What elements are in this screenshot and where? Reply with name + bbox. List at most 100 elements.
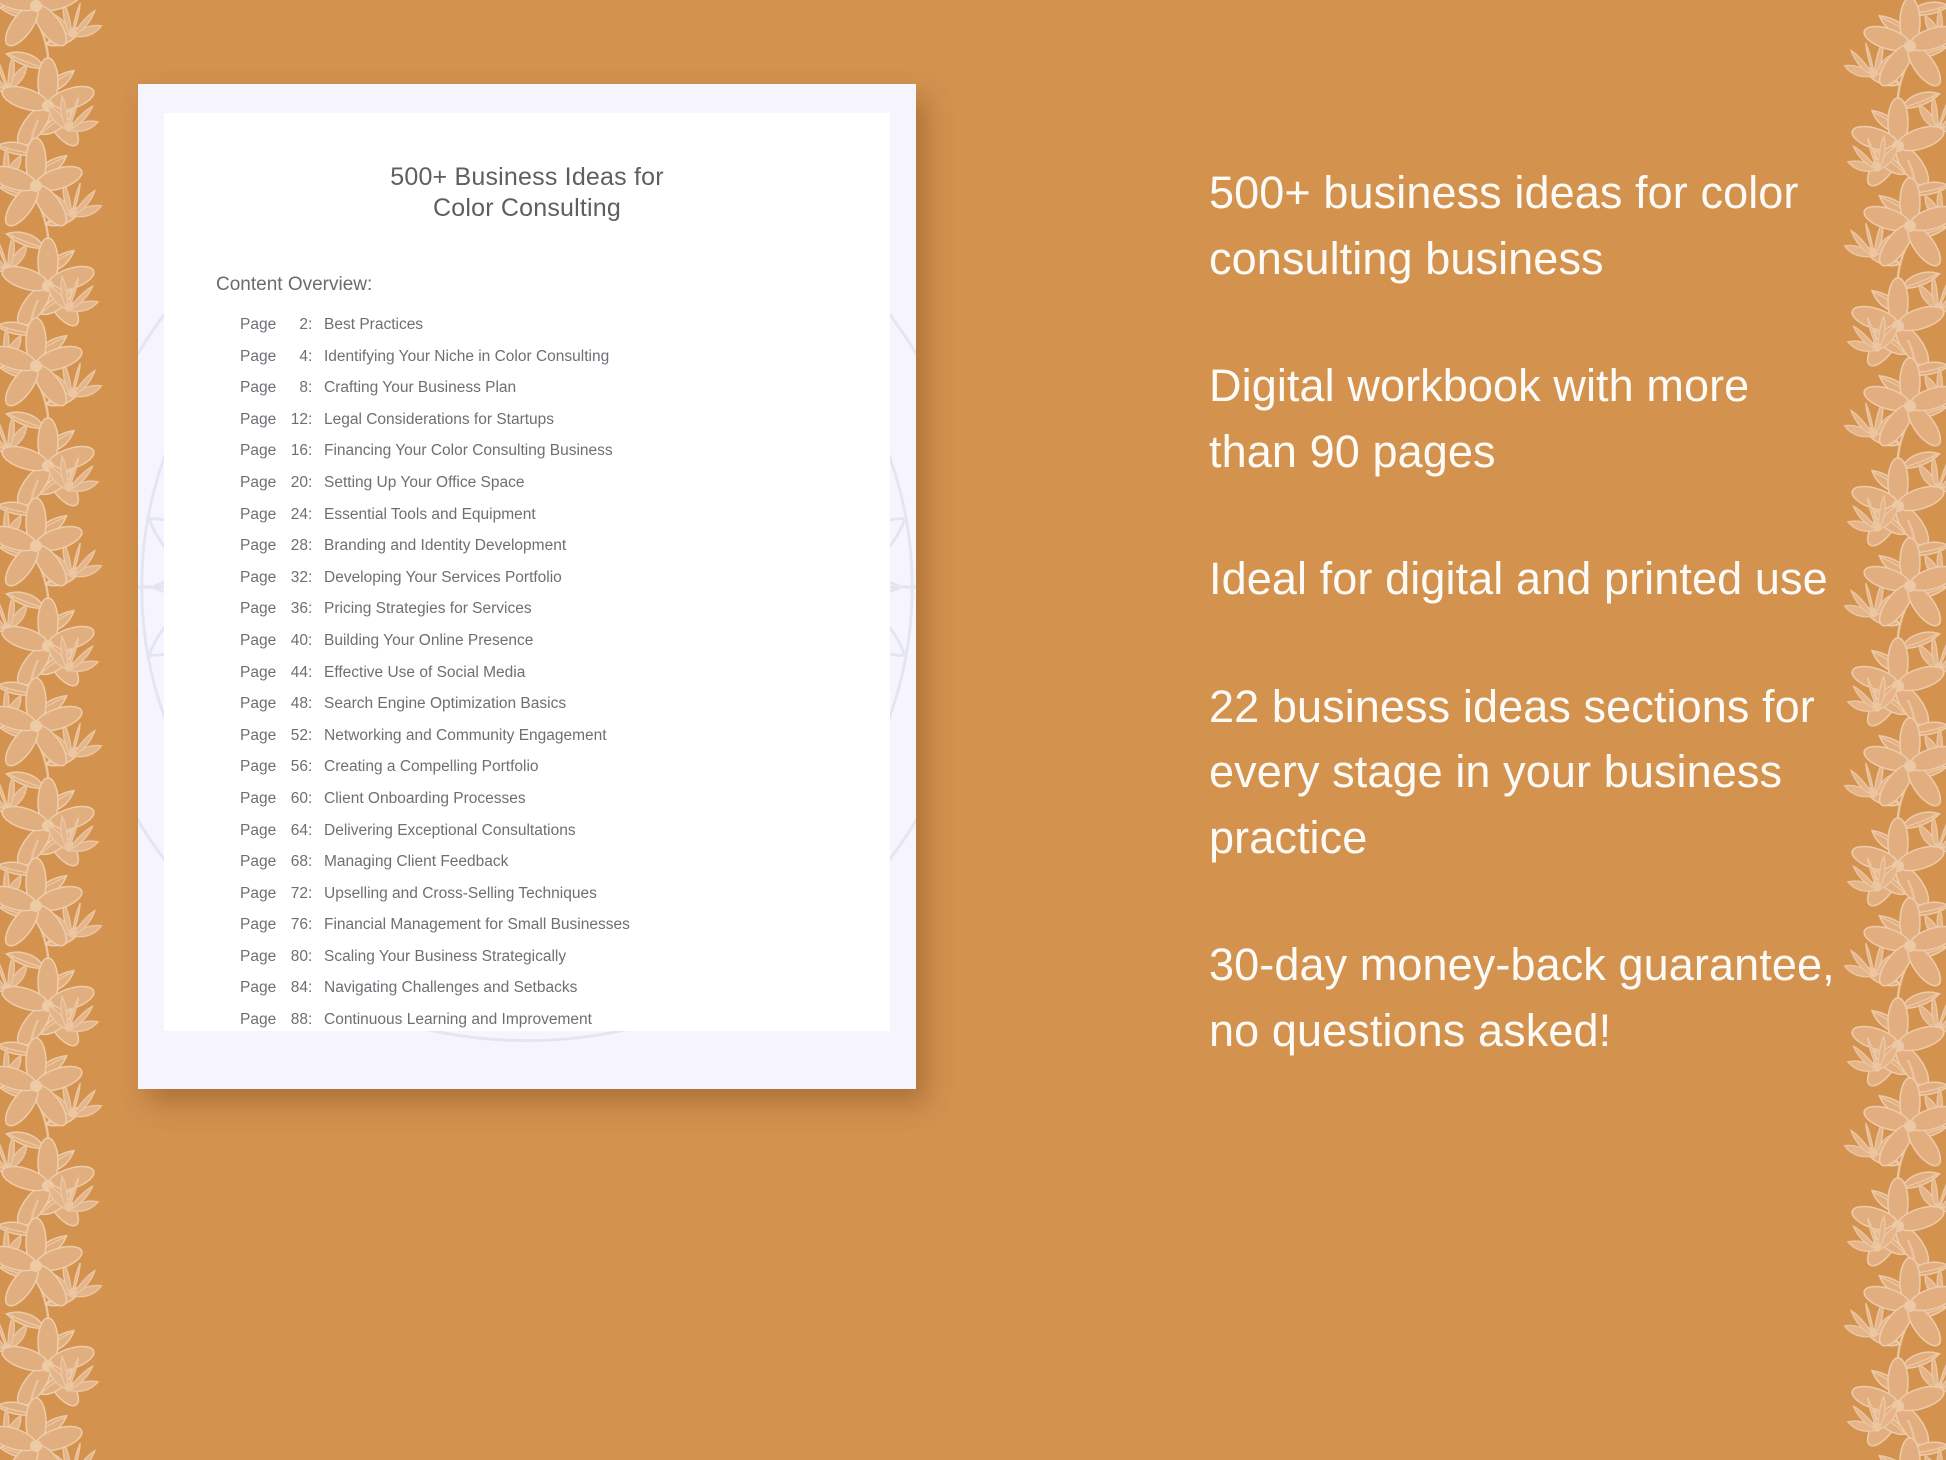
toc-entry[interactable]: Page 80: Scaling Your Business Strategical… — [164, 948, 890, 980]
toc-entry-title: Managing Client Feedback — [324, 853, 509, 871]
toc-entry[interactable]: Page 56: Creating a Compelling Portfolio — [164, 758, 890, 790]
toc-colon: : — [308, 821, 313, 839]
toc-colon: : — [308, 884, 313, 902]
toc-page-word: Page — [240, 379, 277, 397]
toc-entry-title: Continuous Learning and Improvement — [324, 1011, 592, 1029]
toc-colon: : — [308, 316, 313, 333]
toc-colon: : — [308, 631, 313, 649]
toc-page-word: Page — [240, 473, 277, 491]
toc-colon: : — [308, 537, 313, 555]
toc-page-number: 48 — [290, 695, 308, 713]
toc-entry-title: Legal Considerations for Startups — [324, 410, 555, 428]
promo-text-block: 500+ business ideas for color consulting… — [1209, 167, 1799, 284]
toc-entry[interactable]: Page 2: Best Practices — [164, 316, 890, 348]
toc-page-word: Page — [240, 600, 277, 618]
toc-entry-title: Financial Management for Small Businesse… — [324, 916, 630, 934]
toc-colon: : — [308, 505, 313, 523]
toc-entry-title: Networking and Community Engagement — [324, 726, 607, 744]
toc-entry[interactable]: Page 16: Financing Your Color Consulting B… — [164, 442, 890, 474]
toc-page-word: Page — [240, 789, 277, 807]
toc-page-number: 88 — [290, 1011, 308, 1029]
toc-page-word: Page — [240, 505, 277, 523]
toc-page-number: 28 — [290, 537, 308, 555]
toc-entry-title: Branding and Identity Development — [324, 537, 567, 555]
toc-entry-title: Effective Use of Social Media — [324, 663, 526, 681]
toc-page-number: 8 — [299, 379, 308, 397]
toc-colon: : — [308, 600, 313, 618]
toc-page-number: 68 — [290, 853, 308, 871]
toc-colon: : — [308, 853, 313, 871]
page-title: 500+ Business Ideas for Color Consulting — [164, 113, 890, 224]
content-overview-label: Content Overview: — [216, 274, 373, 295]
toc-entry[interactable]: Page 60: Client Onboarding Processes — [164, 790, 890, 822]
toc-entry[interactable]: Page 64: Delivering Exceptional Consultati… — [164, 822, 890, 854]
toc-entry[interactable]: Page 20: Setting Up Your Office Space — [164, 474, 890, 506]
toc-entry[interactable]: Page 72: Upselling and Cross-Selling Techn… — [164, 885, 890, 917]
toc-page-number: 72 — [290, 884, 308, 902]
toc-entry[interactable]: Page 4: Identifying Your Niche in Color Co… — [164, 348, 890, 380]
toc-page-number: 40 — [290, 631, 308, 649]
toc-page-number: 16 — [290, 442, 308, 460]
toc-entry-title: Essential Tools and Equipment — [324, 505, 536, 523]
page-title-line-2: Color Consulting — [432, 194, 621, 222]
toc-page-word: Page — [240, 1011, 277, 1029]
toc-colon: : — [308, 379, 313, 397]
page-title-line-1: 500+ Business Ideas for — [390, 163, 664, 191]
toc-entry[interactable]: Page 32: Developing Your Services Portfoli… — [164, 569, 890, 601]
promo-text-block: Ideal for digital and printed use — [1209, 553, 1828, 604]
toc-entry-title: Crafting Your Business Plan — [324, 379, 517, 397]
document-card: 500+ Business Ideas for Color Consulting… — [164, 113, 890, 1031]
toc-page-number: 84 — [290, 979, 308, 997]
toc-page-word: Page — [240, 663, 277, 681]
toc-colon: : — [308, 789, 313, 807]
toc-entry[interactable]: Page 28: Branding and Identity Development — [164, 537, 890, 569]
toc-entry[interactable]: Page 24: Essential Tools and Equipment — [164, 506, 890, 538]
toc-entry[interactable]: Page 52: Networking and Community Engageme… — [164, 727, 890, 759]
toc-entry-title: Search Engine Optimization Basics — [324, 695, 567, 713]
toc-page-word: Page — [240, 410, 277, 428]
toc-page-word: Page — [240, 853, 277, 871]
toc-entry[interactable]: Page 36: Pricing Strategies for Services — [164, 600, 890, 632]
toc-entry-title: Pricing Strategies for Services — [324, 600, 532, 618]
toc-entry[interactable]: Page 88: Continuous Learning and Improveme… — [164, 1011, 890, 1031]
toc-colon: : — [308, 1011, 313, 1029]
toc-page-number: 12 — [290, 410, 308, 428]
toc-colon: : — [308, 473, 313, 491]
toc-page-word: Page — [240, 316, 277, 333]
toc-entry[interactable]: Page 8: Crafting Your Business Plan — [164, 379, 890, 411]
toc-entry[interactable]: Page 40: Building Your Online Presence — [164, 632, 890, 664]
toc-entry-title: Financing Your Color Consulting Business — [324, 442, 613, 460]
toc-colon: : — [308, 947, 313, 965]
toc-entry-title: Creating a Compelling Portfolio — [324, 758, 539, 776]
toc-colon: : — [308, 410, 313, 428]
toc-colon: : — [308, 695, 313, 713]
toc-colon: : — [308, 726, 313, 744]
toc-page-number: 64 — [290, 821, 308, 839]
toc-entry-title: Navigating Challenges and Setbacks — [324, 979, 578, 997]
toc-entry-title: Scaling Your Business Strategically — [324, 947, 567, 965]
toc-entry[interactable]: Page 48: Search Engine Optimization Basics — [164, 695, 890, 727]
toc-page-word: Page — [240, 758, 277, 776]
toc-colon: : — [308, 979, 313, 997]
toc-page-word: Page — [240, 442, 277, 460]
toc-page-number: 80 — [290, 947, 308, 965]
toc-page-number: 36 — [290, 600, 308, 618]
toc-page-number: 56 — [290, 758, 308, 776]
toc-page-number: 24 — [290, 505, 308, 523]
toc-entry[interactable]: Page 84: Navigating Challenges and Setback… — [164, 979, 890, 1011]
toc-colon: : — [308, 916, 313, 934]
toc-entry-title: Upselling and Cross-Selling Techniques — [324, 884, 597, 902]
toc-entry[interactable]: Page 44: Effective Use of Social Media — [164, 664, 890, 696]
toc-colon: : — [308, 568, 313, 586]
toc-entry[interactable]: Page 68: Managing Client Feedback — [164, 853, 890, 885]
promo-text-block: Digital workbook with more than 90 pages — [1209, 360, 1750, 477]
toc-entry[interactable]: Page 12: Legal Considerations for Startups — [164, 411, 890, 443]
toc-page-number: 2 — [299, 316, 308, 333]
promo-text-block: 30-day money-back guarantee, no question… — [1209, 939, 1835, 1056]
toc-page-number: 32 — [290, 568, 308, 586]
toc-page-number: 4 — [299, 347, 308, 365]
promo-column: 500+ business ideas for color consulting… — [1209, 160, 1849, 1063]
toc-entry-title: Client Onboarding Processes — [324, 789, 526, 807]
toc-entry-title: Building Your Online Presence — [324, 631, 534, 649]
toc-entry[interactable]: Page 76: Financial Management for Small Bu… — [164, 916, 890, 948]
